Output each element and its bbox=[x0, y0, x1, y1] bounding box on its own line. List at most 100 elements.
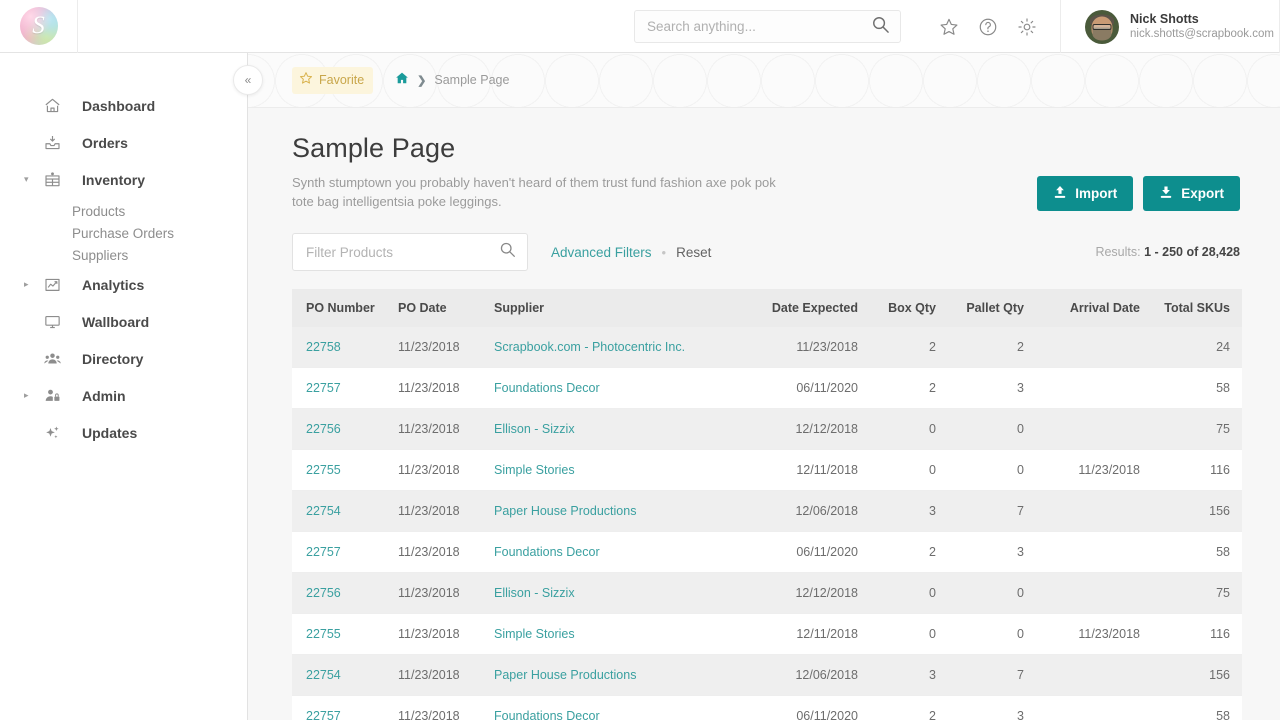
table-row[interactable]: 22757 11/23/2018 Foundations Decor 06/11/20… bbox=[292, 531, 1242, 573]
po-number-link[interactable]: 22755 bbox=[306, 627, 341, 641]
supplier-link[interactable]: Foundations Decor bbox=[494, 545, 600, 559]
sidebar-collapse-button[interactable]: « bbox=[233, 65, 263, 95]
search-icon[interactable] bbox=[499, 241, 516, 263]
po-number-link[interactable]: 22754 bbox=[306, 668, 341, 682]
table-row[interactable]: 22758 11/23/2018 Scrapbook.com - Photocent… bbox=[292, 327, 1242, 368]
home-icon bbox=[44, 97, 70, 114]
po-number-link[interactable]: 22758 bbox=[306, 340, 341, 354]
sidebar-item-admin[interactable]: ▸ Admin bbox=[0, 377, 247, 414]
cell-po[interactable]: 22757 bbox=[292, 367, 398, 409]
filter-products-field[interactable] bbox=[292, 233, 528, 271]
cell-po[interactable]: 22758 bbox=[292, 327, 398, 368]
supplier-link[interactable]: Simple Stories bbox=[494, 463, 575, 477]
po-number-link[interactable]: 22756 bbox=[306, 422, 341, 436]
po-number-link[interactable]: 22757 bbox=[306, 709, 341, 720]
cell-po[interactable]: 22754 bbox=[292, 654, 398, 696]
cell-supp[interactable]: Scrapbook.com - Photocentric Inc. bbox=[494, 327, 732, 368]
app-logo[interactable]: S bbox=[0, 0, 78, 53]
column-header-supp[interactable]: Supplier bbox=[494, 289, 732, 327]
top-bar: S Search anything... Nick Shotts nick.sh… bbox=[0, 0, 1280, 53]
sidebar-subitem-suppliers[interactable]: Suppliers bbox=[0, 244, 247, 266]
sidebar-item-inventory[interactable]: ▾ Inventory bbox=[0, 161, 247, 198]
favorite-button[interactable]: Favorite bbox=[292, 66, 374, 94]
column-header-po[interactable]: PO Number bbox=[292, 289, 398, 327]
table-row[interactable]: 22756 11/23/2018 Ellison - Sizzix 12/12/201… bbox=[292, 572, 1242, 614]
supplier-link[interactable]: Scrapbook.com - Photocentric Inc. bbox=[494, 340, 685, 354]
star-icon[interactable] bbox=[938, 16, 960, 38]
cell-supp[interactable]: Ellison - Sizzix bbox=[494, 572, 732, 614]
sidebar-item-directory[interactable]: Directory bbox=[0, 340, 247, 377]
table-row[interactable]: 22755 11/23/2018 Simple Stories 12/11/2018 0… bbox=[292, 449, 1242, 491]
table-row[interactable]: 22757 11/23/2018 Foundations Decor 06/11/20… bbox=[292, 367, 1242, 409]
global-search[interactable] bbox=[634, 10, 901, 43]
supplier-link[interactable]: Paper House Productions bbox=[494, 504, 636, 518]
export-button[interactable]: Export bbox=[1143, 176, 1240, 211]
cell-po[interactable]: 22756 bbox=[292, 572, 398, 614]
cell-po[interactable]: 22757 bbox=[292, 695, 398, 720]
user-menu[interactable]: Nick Shotts nick.shotts@scrapbook.com bbox=[1085, 0, 1274, 53]
import-button[interactable]: Import bbox=[1037, 176, 1134, 211]
cell-po[interactable]: 22757 bbox=[292, 531, 398, 573]
cell-supp[interactable]: Foundations Decor bbox=[494, 367, 732, 409]
po-number-link[interactable]: 22754 bbox=[306, 504, 341, 518]
cell-supp[interactable]: Ellison - Sizzix bbox=[494, 408, 732, 450]
column-header-sku[interactable]: Total SKUs bbox=[1140, 289, 1242, 327]
table-row[interactable]: 22757 11/23/2018 Foundations Decor 06/11/20… bbox=[292, 695, 1242, 720]
warehouse-icon bbox=[44, 171, 70, 188]
column-header-pallet[interactable]: Pallet Qty bbox=[936, 289, 1024, 327]
po-number-link[interactable]: 22756 bbox=[306, 586, 341, 600]
reset-link[interactable]: Reset bbox=[676, 245, 711, 260]
cell-arr: 11/23/2018 bbox=[1024, 613, 1140, 655]
cell-supp[interactable]: Simple Stories bbox=[494, 449, 732, 491]
sidebar-subitem-products[interactable]: Products bbox=[0, 200, 247, 222]
cell-dexp: 12/11/2018 bbox=[732, 613, 858, 655]
supplier-link[interactable]: Paper House Productions bbox=[494, 668, 636, 682]
column-header-box[interactable]: Box Qty bbox=[858, 289, 936, 327]
supplier-link[interactable]: Ellison - Sizzix bbox=[494, 422, 575, 436]
gear-icon[interactable] bbox=[1016, 16, 1038, 38]
breadcrumb: Favorite ❯ Sample Page bbox=[248, 53, 1280, 108]
search-input[interactable] bbox=[647, 19, 871, 34]
po-number-link[interactable]: 22757 bbox=[306, 545, 341, 559]
cell-supp[interactable]: Paper House Productions bbox=[494, 490, 732, 532]
filter-input[interactable] bbox=[306, 244, 499, 260]
cell-po[interactable]: 22755 bbox=[292, 449, 398, 491]
supplier-link[interactable]: Foundations Decor bbox=[494, 381, 600, 395]
home-icon[interactable] bbox=[395, 71, 409, 90]
cell-supp[interactable]: Paper House Productions bbox=[494, 654, 732, 696]
chevron-icon[interactable]: ▾ bbox=[24, 175, 34, 184]
column-header-dexp[interactable]: Date Expected bbox=[732, 289, 858, 327]
cell-sku: 58 bbox=[1140, 695, 1242, 720]
sidebar-subitem-purchase-orders[interactable]: Purchase Orders bbox=[0, 222, 247, 244]
advanced-filters-link[interactable]: Advanced Filters bbox=[551, 245, 652, 260]
supplier-link[interactable]: Foundations Decor bbox=[494, 709, 600, 720]
table-row[interactable]: 22754 11/23/2018 Paper House Productions 12… bbox=[292, 490, 1242, 532]
column-header-podate[interactable]: PO Date bbox=[398, 289, 494, 327]
sidebar-item-orders[interactable]: Orders bbox=[0, 124, 247, 161]
cell-po[interactable]: 22756 bbox=[292, 408, 398, 450]
sidebar-item-wallboard[interactable]: Wallboard bbox=[0, 303, 247, 340]
download-icon bbox=[1159, 185, 1173, 203]
search-icon[interactable] bbox=[871, 15, 890, 39]
cell-po[interactable]: 22755 bbox=[292, 613, 398, 655]
help-circle-icon[interactable] bbox=[977, 16, 999, 38]
sidebar-item-updates[interactable]: Updates bbox=[0, 414, 247, 451]
breadcrumb-separator: ❯ bbox=[417, 74, 427, 87]
cell-supp[interactable]: Foundations Decor bbox=[494, 695, 732, 720]
supplier-link[interactable]: Simple Stories bbox=[494, 627, 575, 641]
column-header-arr[interactable]: Arrival Date bbox=[1024, 289, 1140, 327]
cell-po[interactable]: 22754 bbox=[292, 490, 398, 532]
table-row[interactable]: 22754 11/23/2018 Paper House Productions 12… bbox=[292, 654, 1242, 696]
cell-supp[interactable]: Foundations Decor bbox=[494, 531, 732, 573]
chevron-icon[interactable]: ▸ bbox=[24, 280, 34, 289]
sidebar-item-dashboard[interactable]: Dashboard bbox=[0, 87, 247, 124]
table-row[interactable]: 22755 11/23/2018 Simple Stories 12/11/2018 0… bbox=[292, 613, 1242, 655]
po-number-link[interactable]: 22757 bbox=[306, 381, 341, 395]
po-number-link[interactable]: 22755 bbox=[306, 463, 341, 477]
cell-supp[interactable]: Simple Stories bbox=[494, 613, 732, 655]
table-row[interactable]: 22756 11/23/2018 Ellison - Sizzix 12/12/201… bbox=[292, 408, 1242, 450]
cell-box: 0 bbox=[858, 613, 936, 655]
chevron-icon[interactable]: ▸ bbox=[24, 391, 34, 400]
supplier-link[interactable]: Ellison - Sizzix bbox=[494, 586, 575, 600]
sidebar-item-analytics[interactable]: ▸ Analytics bbox=[0, 266, 247, 303]
